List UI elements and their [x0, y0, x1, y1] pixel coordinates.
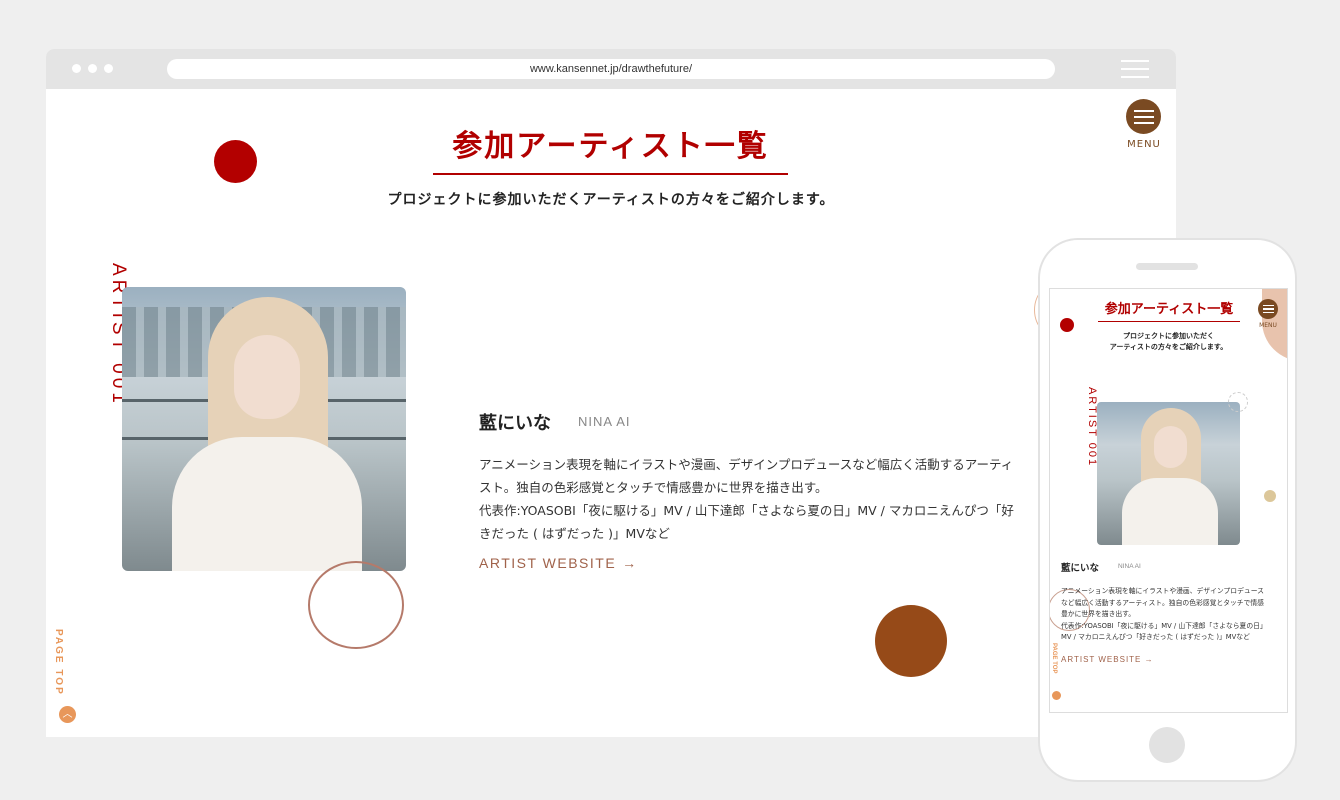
window-dot-icon[interactable]: [104, 64, 113, 73]
artist-name-ja: 藍にいな: [479, 413, 551, 434]
description-line: 豊かに世界を描き出す。: [1061, 610, 1136, 618]
chevron-up-icon[interactable]: [1052, 691, 1061, 700]
description-line: アニメーション表現を軸にイラストや漫画、デザインプロデュース: [1061, 587, 1264, 595]
chevron-up-icon[interactable]: ︿: [59, 706, 76, 723]
mobile-phone-mockup: 参加アーティスト一覧 MENU プロジェクトに参加いただく アーティストの方々を…: [1040, 240, 1295, 780]
window-dot-icon[interactable]: [88, 64, 97, 73]
description-line: アニメーション表現を軸にイラストや漫画、デザインプロデュースなど幅広く活動するア…: [479, 457, 1014, 472]
mobile-artist-website-link[interactable]: ARTIST WEBSITE →: [1061, 655, 1154, 664]
mobile-page-title: 参加アーティスト一覧: [1098, 298, 1240, 322]
phone-home-button[interactable]: [1149, 727, 1185, 763]
artist-name-en: NINA AI: [578, 414, 631, 429]
mobile-artist-description: アニメーション表現を軸にイラストや漫画、デザインプロデュース など幅広く活動する…: [1061, 586, 1279, 644]
mobile-page-top-label[interactable]: PAGE TOP: [1051, 643, 1057, 673]
decorative-brown-circle: [875, 605, 947, 677]
description-line: きだった ( はずだった )」MVなど: [479, 526, 670, 541]
mobile-menu-label[interactable]: MENU: [1252, 322, 1284, 329]
arrow-right-icon[interactable]: →: [622, 555, 638, 571]
decorative-red-circle: [214, 140, 257, 183]
mobile-menu-button[interactable]: [1258, 299, 1278, 319]
description-line: 代表作:YOASOBI「夜に駆ける」MV / 山下達郎「さよなら夏の日」: [1061, 621, 1267, 630]
page-top-label[interactable]: PAGE TOP: [53, 629, 64, 696]
menu-label[interactable]: MENU: [1118, 139, 1170, 150]
browser-toolbar: www.kansennet.jp/drawthefuture/: [46, 49, 1176, 89]
menu-button[interactable]: [1126, 99, 1161, 134]
mobile-screen: 参加アーティスト一覧 MENU プロジェクトに参加いただく アーティストの方々を…: [1049, 288, 1288, 713]
artist-description: アニメーション表現を軸にイラストや漫画、デザインプロデュースなど幅広く活動するア…: [479, 453, 1034, 545]
browser-menu-icon[interactable]: [1121, 60, 1149, 78]
page-title: 参加アーティスト一覧: [433, 121, 788, 175]
description-line: 代表作:YOASOBI「夜に駆ける」MV / 山下達郎「さよなら夏の日」MV /…: [479, 503, 1014, 518]
decorative-tan-circle: [1264, 490, 1276, 502]
lead-line: アーティストの方々をご紹介します。: [1109, 343, 1228, 351]
mobile-page-lead: プロジェクトに参加いただく アーティストの方々をご紹介します。: [1050, 331, 1287, 353]
desktop-browser-mockup: www.kansennet.jp/drawthefuture/ 参加アーティスト…: [46, 49, 1176, 737]
address-bar[interactable]: www.kansennet.jp/drawthefuture/: [167, 59, 1055, 79]
decorative-ring: [308, 561, 404, 649]
artist-page: 参加アーティスト一覧 プロジェクトに参加いただくアーティストの方々をご紹介します…: [46, 89, 1176, 737]
window-controls: [72, 64, 113, 73]
description-line: MV / マカロニえんぴつ「好きだった ( はずだった )」MVなど: [1061, 633, 1250, 641]
decorative-red-circle: [1060, 318, 1074, 332]
description-line: スト。独自の色彩感覚とタッチで情感豊かに世界を描き出す。: [479, 480, 828, 495]
page-lead: プロジェクトに参加いただくアーティストの方々をご紹介します。: [387, 192, 835, 208]
window-dot-icon[interactable]: [72, 64, 81, 73]
mobile-artist-name-ja: 藍にいな: [1061, 563, 1100, 574]
lead-line: プロジェクトに参加いただく: [1123, 332, 1214, 340]
artist-website-label[interactable]: ARTIST WEBSITE: [479, 555, 616, 571]
phone-speaker: [1136, 263, 1198, 270]
decorative-ring: [1228, 392, 1248, 412]
description-line: など幅広く活動するアーティスト。独自の色彩感覚とタッチで情感: [1061, 598, 1264, 607]
artist-photo: [122, 287, 406, 571]
mobile-artist-name-en: NINA AI: [1118, 563, 1141, 570]
mobile-artist-photo: [1097, 402, 1240, 545]
artist-website-link[interactable]: ARTIST WEBSITE →: [479, 555, 638, 571]
